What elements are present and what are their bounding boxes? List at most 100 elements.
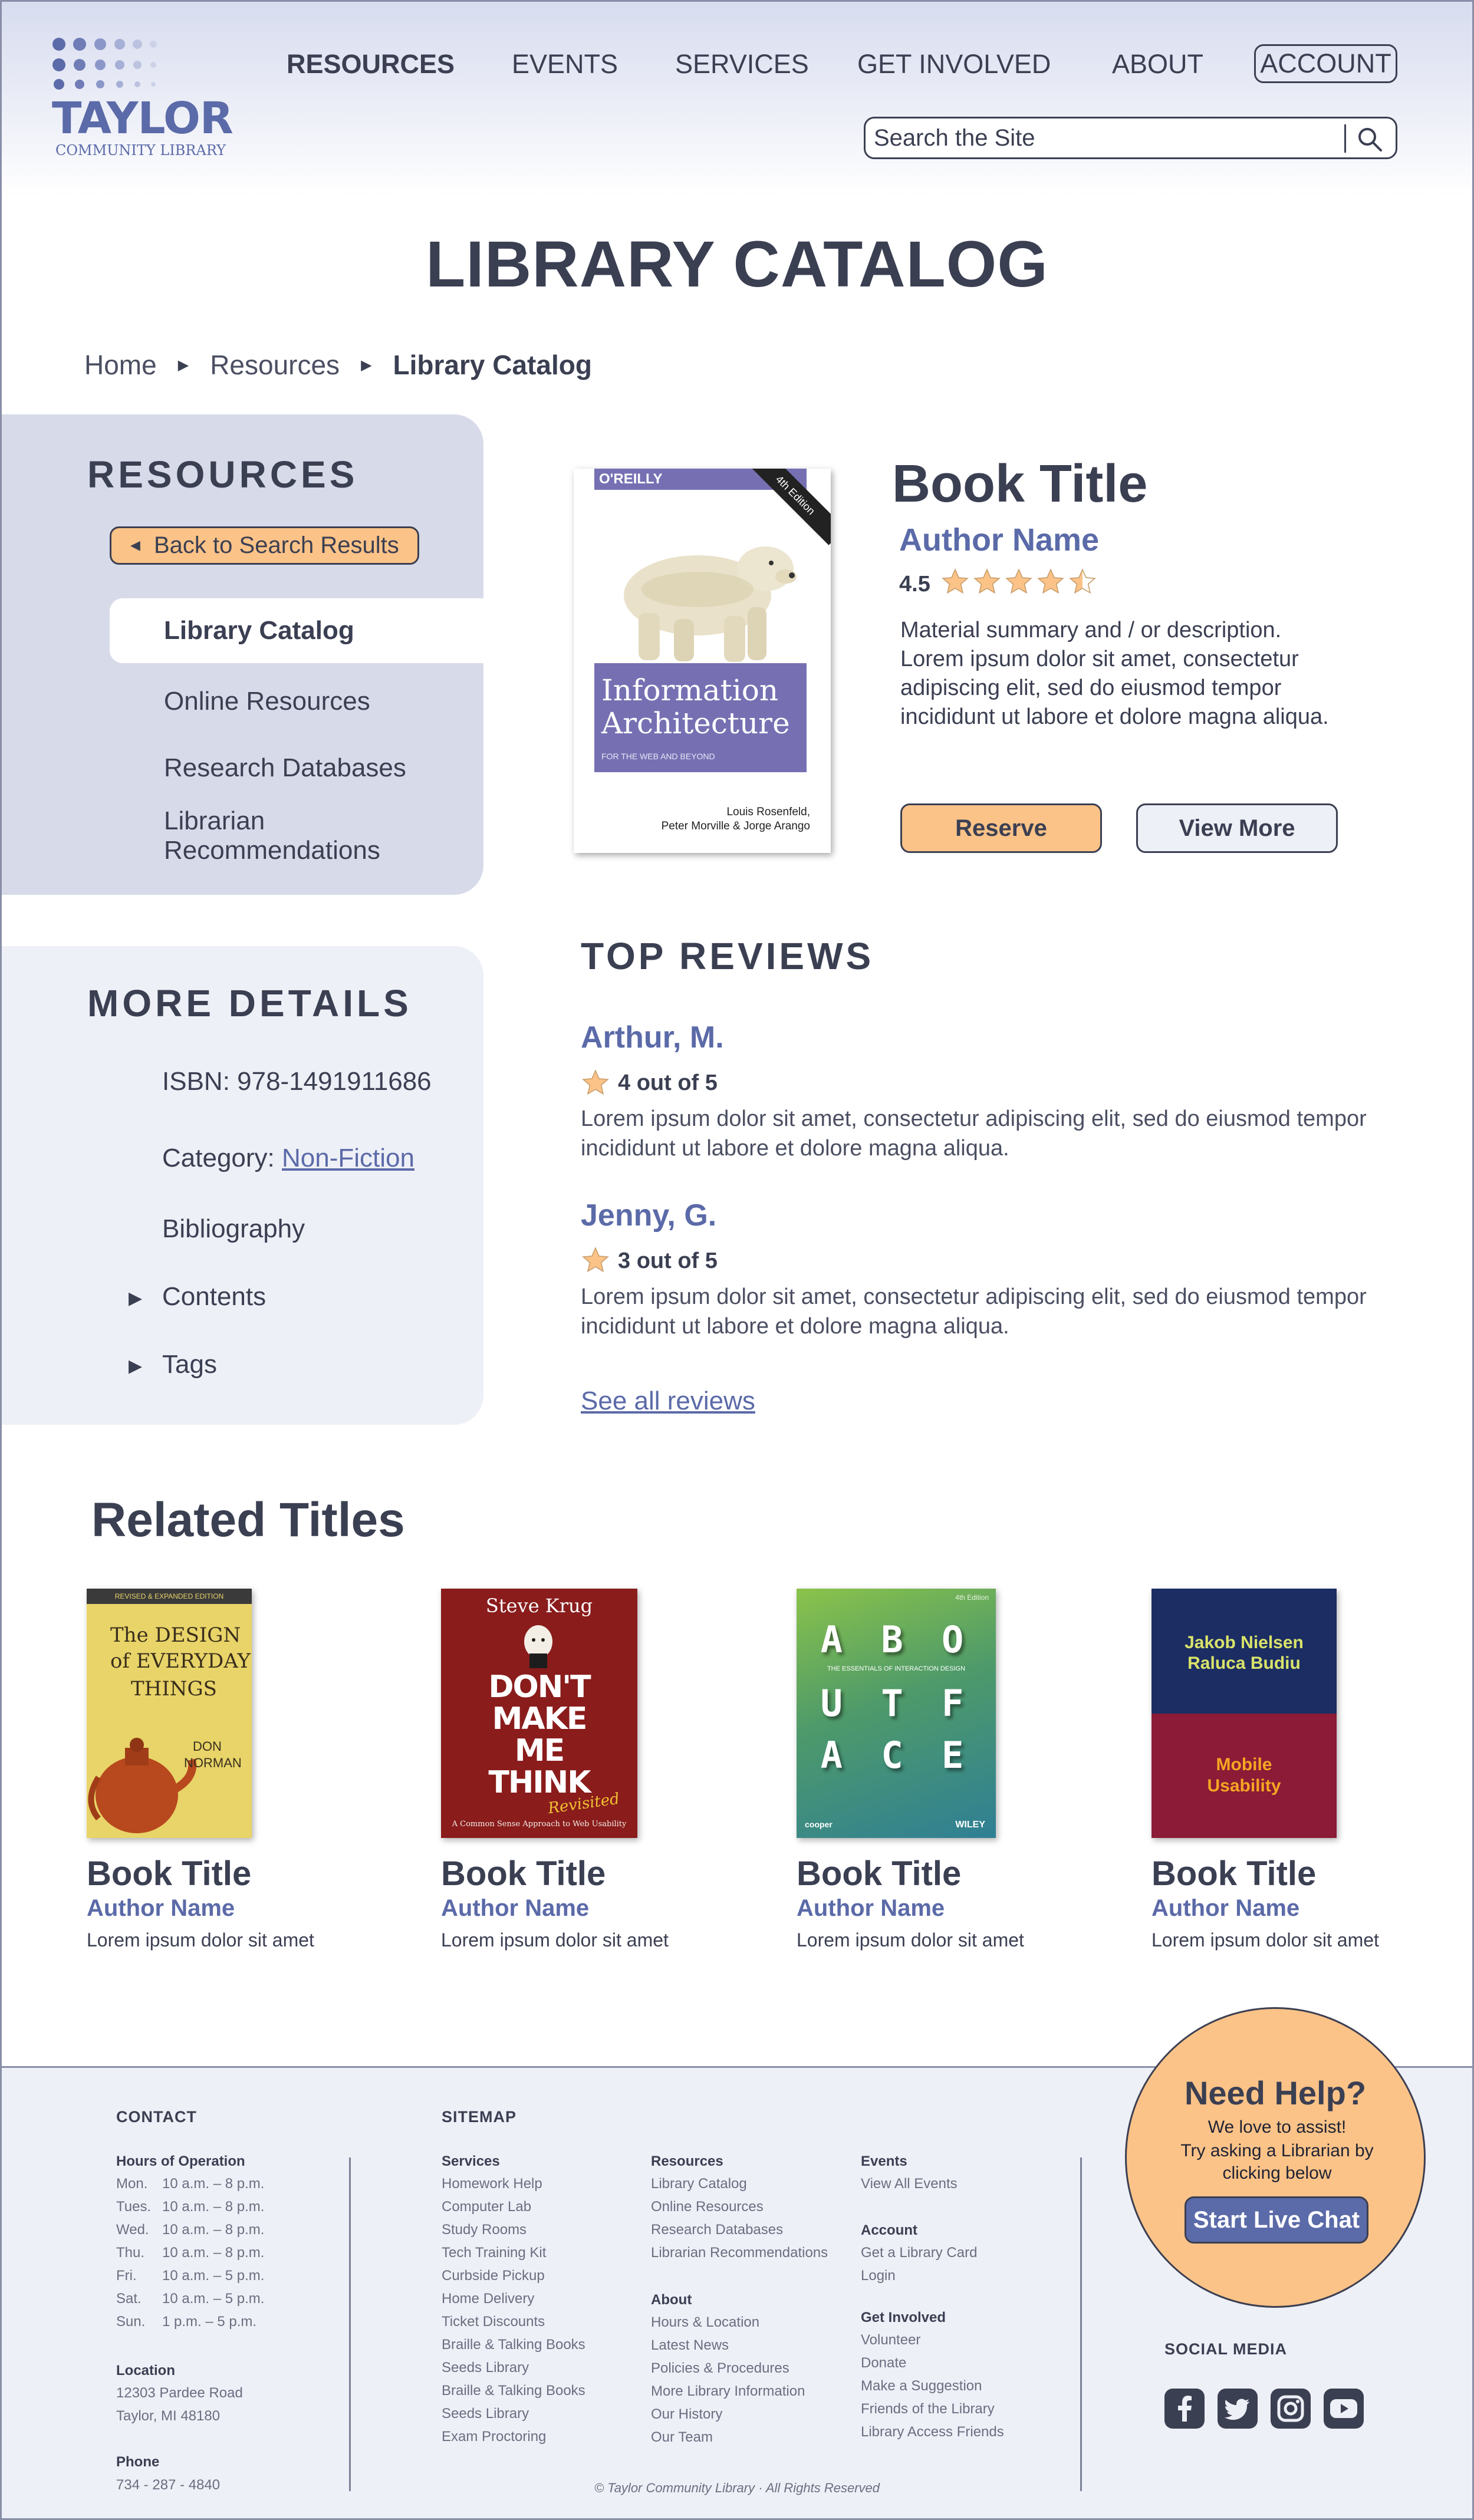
contents-toggle[interactable]: Contents [162, 1282, 266, 1312]
start-live-chat-button[interactable]: Start Live Chat [1185, 2196, 1368, 2244]
related-book-author[interactable]: Author Name [1151, 1895, 1299, 1922]
sitemap-link[interactable]: Braille & Talking Books [442, 2337, 585, 2353]
sitemap-link[interactable]: Seeds Library [442, 2406, 529, 2422]
related-book-title[interactable]: Book Title [87, 1854, 251, 1893]
sitemap-link[interactable]: Volunteer [861, 2332, 920, 2348]
related-book-title[interactable]: Book Title [1151, 1854, 1316, 1893]
cover-title: DON'T MAKE ME THINK [441, 1671, 637, 1798]
sitemap-link[interactable]: Latest News [651, 2337, 729, 2354]
footer-divider [1080, 2157, 1082, 2491]
breadcrumb-home[interactable]: Home [84, 349, 157, 381]
related-book-cover[interactable]: 4th Edition A B O U T F A C E THE ESSENT… [797, 1589, 996, 1838]
sitemap-link[interactable]: Login [861, 2268, 896, 2284]
view-more-button[interactable]: View More [1136, 803, 1338, 853]
sitemap-link[interactable]: Donate [861, 2355, 906, 2371]
resources-sidebar: RESOURCES ◀ Back to Search Results Libra… [2, 414, 485, 895]
breadcrumb-resources[interactable]: Resources [210, 349, 340, 381]
sidebar-item-research-databases[interactable]: Research Databases [164, 753, 406, 783]
sitemap-link[interactable]: Hours & Location [651, 2314, 759, 2331]
related-book-cover[interactable]: Steve Krug DON'T MAKE ME THINK Revisited… [441, 1589, 637, 1838]
cover-top-band: REVISED & EXPANDED EDITION [87, 1589, 252, 1604]
sitemap-link[interactable]: Curbside Pickup [442, 2268, 545, 2284]
twitter-icon[interactable] [1218, 2389, 1258, 2429]
nav-resources[interactable]: RESOURCES [287, 49, 455, 80]
book-author-link[interactable]: Author Name [899, 522, 1099, 558]
related-book-description: Lorem ipsum dolor sit amet [441, 1929, 669, 1951]
sitemap-link[interactable]: Exam Proctoring [442, 2429, 546, 2445]
related-title-card[interactable]: Steve Krug DON'T MAKE ME THINK Revisited… [441, 1589, 724, 1951]
hours-day: Tues. [116, 2199, 152, 2215]
star-icon [582, 1247, 609, 1273]
cover-author-line2: Raluca Budiu [1187, 1653, 1301, 1673]
sitemap-link[interactable]: Ticket Discounts [442, 2314, 545, 2330]
related-book-cover[interactable]: REVISED & EXPANDED EDITION The DESIGN of… [87, 1589, 252, 1838]
expand-triangle-icon[interactable]: ▶ [129, 1288, 142, 1309]
cover-title-line2: MAKE [492, 1701, 588, 1737]
cover-authors-line2: Peter Morville & Jorge Arango [661, 820, 810, 832]
sitemap-link[interactable]: Friends of the Library [861, 2401, 995, 2417]
sitemap-link[interactable]: Research Databases [651, 2222, 783, 2238]
search-icon[interactable] [1355, 124, 1384, 154]
instagram-icon[interactable] [1271, 2389, 1311, 2429]
nav-services[interactable]: SERVICES [675, 49, 809, 80]
facebook-icon[interactable] [1164, 2389, 1205, 2429]
sitemap-link[interactable]: Online Resources [651, 2199, 764, 2215]
get-involved-heading: Get Involved [861, 2310, 946, 2325]
related-title-card[interactable]: REVISED & EXPANDED EDITION The DESIGN of… [87, 1589, 370, 1951]
reviewer-name[interactable]: Arthur, M. [581, 1020, 724, 1055]
cover-author-line1: Jakob Nielsen [1185, 1633, 1304, 1652]
bibliography-item[interactable]: Bibliography [162, 1214, 305, 1244]
related-book-author[interactable]: Author Name [441, 1895, 589, 1922]
sitemap-link[interactable]: Library Catalog [651, 2176, 747, 2192]
sitemap-link[interactable]: View All Events [861, 2176, 958, 2192]
related-book-title[interactable]: Book Title [797, 1854, 961, 1893]
sitemap-link[interactable]: Home Delivery [442, 2291, 534, 2307]
back-to-results-button[interactable]: ◀ Back to Search Results [110, 526, 419, 565]
search-divider [1344, 124, 1346, 153]
sitemap-link[interactable]: Library Access Friends [861, 2424, 1004, 2440]
see-all-reviews-link[interactable]: See all reviews [581, 1386, 755, 1416]
related-book-author[interactable]: Author Name [87, 1895, 235, 1922]
related-book-title[interactable]: Book Title [441, 1854, 606, 1893]
cover-title-line2: Architecture [601, 706, 790, 740]
sitemap-link[interactable]: Librarian Recommendations [651, 2245, 828, 2261]
nav-about[interactable]: ABOUT [1112, 49, 1203, 80]
sitemap-link[interactable]: Tech Training Kit [442, 2245, 546, 2261]
youtube-icon[interactable] [1324, 2389, 1364, 2429]
tags-toggle[interactable]: Tags [162, 1350, 217, 1379]
sidebar-item-librarian-recommendations[interactable]: Librarian Recommendations [164, 806, 412, 865]
cover-author-line2: NORMAN [184, 1755, 242, 1770]
sitemap-link[interactable]: Get a Library Card [861, 2245, 977, 2261]
nav-get-involved[interactable]: GET INVOLVED [857, 49, 1051, 80]
nav-events[interactable]: EVENTS [512, 49, 618, 80]
sitemap-link[interactable]: Our Team [651, 2429, 713, 2446]
expand-triangle-icon[interactable]: ▶ [129, 1356, 142, 1376]
search-input[interactable] [874, 122, 1345, 154]
sidebar-item-library-catalog[interactable]: Library Catalog [164, 616, 354, 645]
related-title-card[interactable]: Jakob Nielsen Raluca Budiu Mobile Usabil… [1151, 1589, 1434, 1951]
sitemap-link[interactable]: Braille & Talking Books [442, 2383, 585, 2399]
sitemap-link[interactable]: Computer Lab [442, 2199, 531, 2215]
reserve-button[interactable]: Reserve [900, 803, 1102, 853]
contact-heading: CONTACT [116, 2108, 197, 2126]
sitemap-link[interactable]: Homework Help [442, 2176, 542, 2192]
related-title-card[interactable]: 4th Edition A B O U T F A C E THE ESSENT… [797, 1589, 1080, 1951]
sitemap-link[interactable]: Make a Suggestion [861, 2378, 982, 2394]
sitemap-link[interactable]: Our History [651, 2406, 722, 2423]
category-link[interactable]: Non-Fiction [282, 1144, 414, 1172]
rating-value: 4.5 [899, 572, 930, 597]
back-button-label: Back to Search Results [154, 532, 399, 558]
hours-time: 10 a.m. – 5 p.m. [162, 2268, 265, 2284]
sidebar-item-online-resources[interactable]: Online Resources [164, 687, 370, 716]
related-book-author[interactable]: Author Name [797, 1895, 945, 1922]
cover-title-line3: ME [514, 1733, 565, 1768]
account-button[interactable]: ACCOUNT [1254, 44, 1397, 83]
sitemap-link[interactable]: More Library Information [651, 2383, 805, 2400]
reviewer-name[interactable]: Jenny, G. [581, 1198, 716, 1233]
cover-author: Steve Krug [485, 1595, 593, 1617]
category-label: Category: [162, 1144, 275, 1172]
related-book-cover[interactable]: Jakob Nielsen Raluca Budiu Mobile Usabil… [1151, 1589, 1337, 1838]
sitemap-link[interactable]: Policies & Procedures [651, 2360, 789, 2377]
sitemap-link[interactable]: Study Rooms [442, 2222, 527, 2238]
sitemap-link[interactable]: Seeds Library [442, 2360, 529, 2376]
